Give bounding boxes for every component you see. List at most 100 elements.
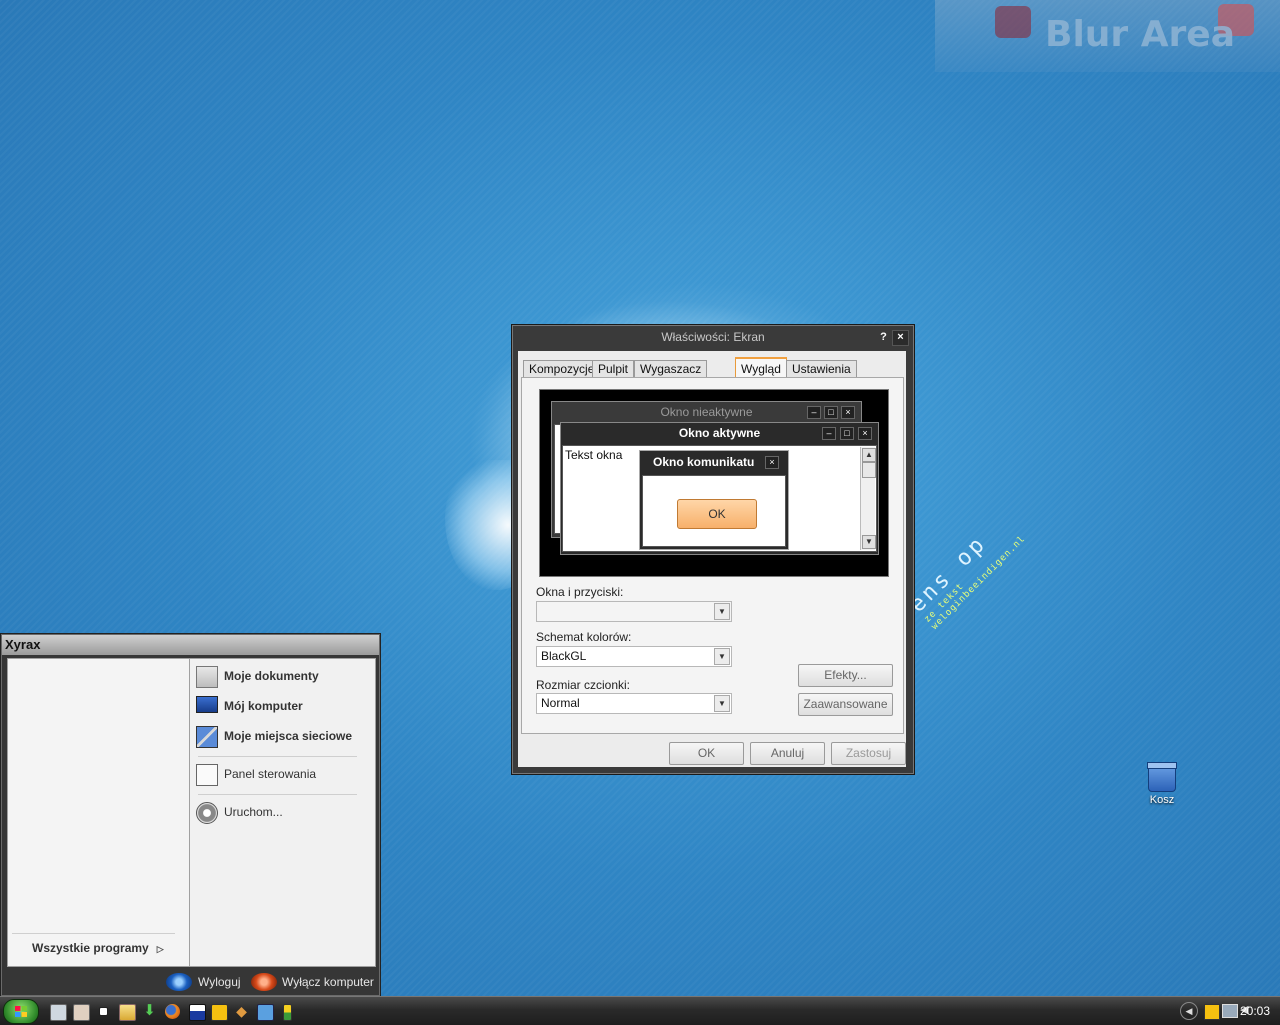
- minimize-icon: –: [822, 427, 836, 440]
- start-menu-footer: Wyloguj Wyłącz komputer: [1, 967, 380, 996]
- preview-message-box: Okno komunikatu × OK: [639, 450, 789, 550]
- maximize-icon: □: [824, 406, 838, 419]
- blur-area-title: Blur Area: [1045, 14, 1236, 55]
- recycle-bin-icon: [1147, 762, 1177, 792]
- media-player-icon[interactable]: [211, 1004, 228, 1021]
- chevron-down-icon: ▼: [714, 695, 730, 712]
- divider: [198, 794, 357, 795]
- start-menu: Xyrax Wszystkie programy ▷ Moje dokumenty…: [0, 633, 381, 997]
- scroll-thumb: [862, 462, 876, 478]
- folder-icon[interactable]: [119, 1004, 136, 1021]
- preview-ok-button: OK: [677, 499, 757, 529]
- menu-item-control-panel[interactable]: Panel sterowania: [196, 761, 316, 787]
- firefox-icon[interactable]: [165, 1004, 180, 1019]
- desktop-icon-recycle-bin[interactable]: Kosz: [1140, 762, 1184, 806]
- start-menu-header: [2, 635, 379, 655]
- battery-icon[interactable]: [283, 1004, 292, 1021]
- tab-wygaszacz[interactable]: Wygaszacz ekranu: [634, 360, 708, 393]
- chevron-right-icon: ▷: [156, 944, 164, 954]
- system-tray: ◀ ◀ 20:03: [1152, 997, 1280, 1025]
- dialog-titlebar[interactable]: Właściwości: Ekran: [512, 325, 914, 349]
- maximize-icon: □: [840, 427, 854, 440]
- divider: [198, 756, 357, 757]
- windows-logo-icon: [15, 1006, 27, 1017]
- explorer-icon[interactable]: [73, 1004, 90, 1021]
- font-size-value: Normal: [541, 696, 580, 710]
- close-icon: ×: [841, 406, 855, 419]
- tray-expand-icon[interactable]: ◀: [1180, 1002, 1198, 1020]
- start-menu-user-name: Xyrax: [5, 637, 41, 652]
- run-icon: [196, 802, 218, 824]
- dialog-title: Właściwości: Ekran: [661, 330, 765, 344]
- floppy-icon[interactable]: [189, 1004, 206, 1021]
- divider: [12, 933, 175, 934]
- scroll-up-icon: ▲: [862, 448, 876, 462]
- preview-scrollbar: ▲ ▼: [860, 447, 876, 550]
- tab-pulpit[interactable]: Pulpit: [592, 360, 635, 378]
- appearance-panel: Okno nieaktywne – □ × Okno aktywne – □ ×…: [521, 377, 904, 734]
- color-scheme-value: BlackGL: [541, 649, 587, 663]
- close-icon: ×: [858, 427, 872, 440]
- effects-button[interactable]: Efekty...: [798, 664, 893, 687]
- apply-button[interactable]: Zastosuj: [831, 742, 906, 765]
- menu-item-label: Panel sterowania: [224, 767, 317, 781]
- menu-item-run[interactable]: Uruchom...: [196, 799, 283, 825]
- taskbar-clock[interactable]: 20:03: [1240, 1004, 1270, 1018]
- start-menu-programs-pane: Wszystkie programy ▷: [7, 658, 190, 967]
- minimize-icon: –: [807, 406, 821, 419]
- help-button[interactable]: ?: [875, 330, 892, 346]
- blur-icon-1: [995, 6, 1031, 38]
- power-icon: [251, 973, 277, 991]
- cmd-icon[interactable]: [99, 1007, 108, 1016]
- menu-item-label: Mój komputer: [224, 699, 303, 713]
- tab-kompozycje[interactable]: Kompozycje: [523, 360, 601, 378]
- dialog-body: Kompozycje Pulpit Wygaszacz ekranu Wyglą…: [518, 351, 906, 767]
- chevron-down-icon: ▼: [714, 603, 730, 620]
- notepad-icon[interactable]: [257, 1004, 274, 1021]
- color-scheme-label: Schemat kolorów:: [536, 630, 632, 644]
- desktop-icon-label: Kosz: [1149, 794, 1175, 806]
- scroll-down-icon: ▼: [862, 535, 876, 549]
- shutdown-label: Wyłącz komputer: [282, 975, 374, 989]
- download-icon[interactable]: ⬇: [142, 1003, 157, 1019]
- menu-item-network-places[interactable]: Moje miejsca sieciowe: [196, 723, 352, 749]
- appearance-preview: Okno nieaktywne – □ × Okno aktywne – □ ×…: [539, 389, 889, 577]
- close-icon: ×: [765, 456, 779, 469]
- font-size-label: Rozmiar czcionki:: [536, 678, 631, 692]
- show-desktop-icon[interactable]: [50, 1004, 67, 1021]
- all-programs-label: Wszystkie programy: [32, 941, 149, 955]
- close-button[interactable]: ×: [892, 330, 909, 346]
- color-scheme-select[interactable]: BlackGL ▼: [536, 646, 732, 667]
- computer-icon: [196, 696, 218, 713]
- menu-item-label: Moje dokumenty: [224, 669, 319, 683]
- cancel-button[interactable]: Anuluj: [750, 742, 825, 765]
- tray-network-icon[interactable]: [1222, 1004, 1238, 1018]
- tab-ustawienia[interactable]: Ustawienia: [786, 360, 857, 378]
- documents-icon: [196, 666, 218, 688]
- preview-window-text: Tekst okna: [565, 448, 623, 462]
- windows-buttons-select[interactable]: ▼: [536, 601, 732, 622]
- font-size-select[interactable]: Normal ▼: [536, 693, 732, 714]
- menu-item-my-computer[interactable]: Mój komputer: [196, 693, 303, 719]
- taskbar: ⬇ ◆ ◀ ◀ 20:03: [0, 996, 1280, 1025]
- menu-item-label: Moje miejsca sieciowe: [224, 729, 353, 743]
- tray-media-icon[interactable]: [1204, 1004, 1220, 1020]
- start-button[interactable]: [3, 999, 39, 1024]
- logoff-label: Wyloguj: [198, 975, 241, 989]
- chevron-down-icon: ▼: [714, 648, 730, 665]
- windows-buttons-label: Okna i przyciski:: [536, 585, 624, 599]
- start-menu-places-pane: Moje dokumenty Mój komputer Moje miejsca…: [189, 658, 376, 967]
- menu-item-label: Uruchom...: [224, 805, 283, 819]
- ok-button[interactable]: OK: [669, 742, 744, 765]
- network-icon: [196, 726, 218, 748]
- tools-icon[interactable]: ◆: [234, 1004, 249, 1019]
- logoff-button[interactable]: Wyloguj: [166, 972, 241, 992]
- preview-message-client: OK: [642, 475, 786, 547]
- all-programs-button[interactable]: Wszystkie programy ▷: [32, 941, 164, 955]
- menu-item-my-documents[interactable]: Moje dokumenty: [196, 663, 319, 689]
- logoff-icon: [166, 973, 192, 991]
- shutdown-button[interactable]: Wyłącz komputer: [251, 972, 374, 992]
- display-properties-dialog: Właściwości: Ekran ? × Kompozycje Pulpit…: [511, 324, 915, 775]
- advanced-button[interactable]: Zaawansowane: [798, 693, 893, 716]
- control-panel-icon: [196, 764, 218, 786]
